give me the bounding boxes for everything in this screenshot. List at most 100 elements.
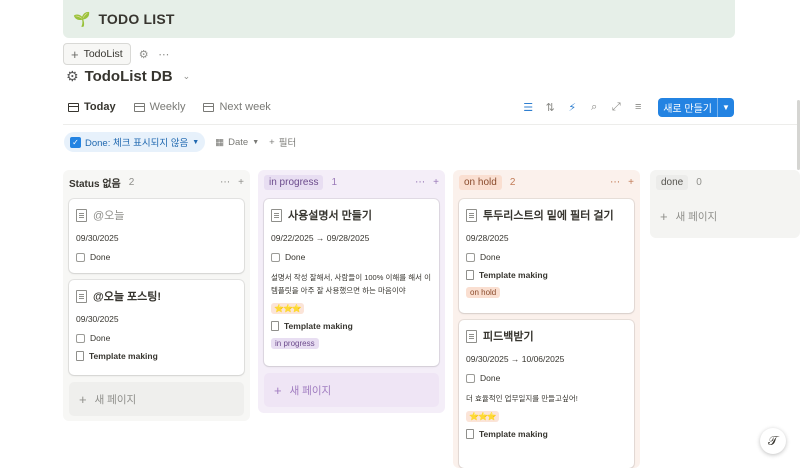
- date-filter[interactable]: ▦ Date ▼: [215, 137, 259, 148]
- database-tab[interactable]: + TodoList: [63, 43, 131, 65]
- column-title: Status 없음: [69, 178, 121, 190]
- new-page-button[interactable]: + 새 페이지: [69, 382, 244, 416]
- column-no-status: Status 없음 2 ⋯ + @오늘 09/30/2025 Done @오늘 …: [63, 170, 250, 421]
- add-filter-button[interactable]: + 필터: [269, 135, 297, 150]
- card[interactable]: @오늘 09/30/2025 Done: [69, 199, 244, 273]
- page-icon: [271, 208, 282, 222]
- tab-today[interactable]: Today: [68, 95, 116, 119]
- done-checkbox[interactable]: [271, 252, 280, 262]
- status-badge: in progress: [271, 338, 319, 349]
- divider: [63, 124, 800, 125]
- automation-icon[interactable]: ⚡: [566, 101, 578, 114]
- new-button[interactable]: 새로 만들기 ▼: [658, 97, 734, 117]
- chevron-down-icon[interactable]: ⌄: [183, 71, 191, 82]
- done-filter-label: Done: 체크 표시되지 않음: [85, 138, 189, 149]
- chevron-down-icon: ▼: [252, 138, 260, 146]
- filter-icon[interactable]: ☰: [522, 101, 534, 114]
- page-icon: [76, 351, 84, 361]
- done-checkbox[interactable]: [76, 333, 85, 343]
- card[interactable]: 투두리스트의 밑에 필터 걸기 09/28/2025 Done Template…: [459, 199, 634, 313]
- card-title: @오늘: [93, 210, 125, 222]
- rating-stars: ⭐⭐⭐: [271, 303, 304, 314]
- tab-next-week-label: Next week: [219, 101, 271, 113]
- column-count: 0: [696, 176, 702, 188]
- table-icon: [203, 102, 215, 112]
- chevron-down-icon: ▼: [192, 138, 200, 146]
- done-label: Done: [480, 252, 501, 262]
- card-title: @오늘 포스팅!: [93, 291, 162, 303]
- status-badge: on hold: [466, 287, 501, 298]
- tab-next-week[interactable]: Next week: [203, 95, 271, 119]
- column-title: on hold: [459, 174, 502, 190]
- more-icon[interactable]: ⋯: [415, 177, 425, 188]
- new-page-label: 새 페이지: [675, 210, 718, 223]
- plus-icon: +: [660, 208, 668, 224]
- page-icon: [271, 321, 279, 331]
- table-icon: [133, 102, 145, 112]
- sprout-icon: 🌱: [73, 10, 91, 27]
- card[interactable]: 피드백받기 09/30/2025 → 10/06/2025 Done 더 효율적…: [459, 320, 634, 468]
- database-tab-row: + TodoList ⚙ ⋯: [63, 43, 171, 65]
- column-header: Status 없음 2 ⋯ +: [63, 170, 250, 194]
- more-icon[interactable]: ⋯: [157, 48, 171, 61]
- table-icon: [68, 102, 79, 112]
- checkbox-icon: ✓: [70, 136, 81, 148]
- filter-bar: ✓ Done: 체크 표시되지 않음 ▼ ▦ Date ▼ + 필터: [64, 132, 296, 152]
- done-label: Done: [285, 252, 306, 262]
- database-name: TodoList DB: [84, 68, 173, 85]
- card[interactable]: @오늘 포스팅! 09/30/2025 Done Template making: [69, 280, 244, 375]
- template-link[interactable]: Template making: [479, 429, 548, 439]
- done-checkbox[interactable]: [466, 252, 475, 262]
- page-icon: [466, 429, 474, 439]
- database-title[interactable]: ⚙ TodoList DB ⌄: [66, 68, 190, 85]
- help-button[interactable]: 𝒯: [760, 428, 786, 454]
- expand-icon[interactable]: ⤢: [610, 101, 622, 114]
- more-icon[interactable]: ⋯: [220, 177, 230, 188]
- date-filter-label: Date: [228, 136, 249, 148]
- column-title: done: [656, 174, 689, 190]
- settings-icon[interactable]: ⚙: [137, 48, 151, 61]
- done-checkbox[interactable]: [466, 373, 475, 383]
- plus-icon: +: [79, 391, 87, 407]
- page-icon: [76, 208, 87, 222]
- column-title: in progress: [264, 174, 324, 190]
- database-tab-label: TodoList: [83, 48, 123, 60]
- plus-icon[interactable]: +: [628, 177, 634, 188]
- column-in-progress: in progress 1 ⋯ + 사용설명서 만들기 09/22/2025 →…: [258, 170, 445, 413]
- rating-stars: ⭐⭐⭐: [466, 411, 499, 422]
- sort-icon[interactable]: ⇅: [544, 101, 556, 114]
- done-filter-chip[interactable]: ✓ Done: 체크 표시되지 않음 ▼: [64, 132, 206, 152]
- tab-weekly[interactable]: Weekly: [133, 95, 185, 119]
- column-done: done 0 + 새 페이지: [650, 170, 800, 238]
- tab-today-label: Today: [84, 101, 116, 113]
- done-checkbox[interactable]: [76, 252, 85, 262]
- done-label: Done: [480, 373, 501, 383]
- new-button-label[interactable]: 새로 만들기: [658, 97, 718, 117]
- plus-icon[interactable]: +: [238, 177, 244, 188]
- settings-sliders-icon[interactable]: ≡: [632, 101, 644, 113]
- search-icon[interactable]: ⌕: [588, 101, 600, 114]
- plus-icon: +: [71, 46, 79, 62]
- plus-icon[interactable]: +: [433, 177, 439, 188]
- template-link[interactable]: Template making: [284, 321, 353, 331]
- column-count: 1: [331, 176, 338, 188]
- page-icon: [466, 270, 474, 280]
- done-label: Done: [90, 252, 111, 262]
- view-toolbar: ☰ ⇅ ⚡ ⌕ ⤢ ≡ 새로 만들기 ▼: [522, 95, 734, 119]
- column-header: done 0: [650, 170, 800, 194]
- template-link[interactable]: Template making: [479, 270, 548, 280]
- new-page-button[interactable]: + 새 페이지: [264, 373, 439, 407]
- column-header: in progress 1 ⋯ +: [258, 170, 445, 194]
- card-title: 사용설명서 만들기: [288, 210, 373, 222]
- card-date: 09/30/2025: [76, 314, 119, 324]
- chevron-down-icon[interactable]: ▼: [718, 98, 734, 117]
- more-icon[interactable]: ⋯: [610, 177, 620, 188]
- card-title: 투두리스트의 밑에 필터 걸기: [483, 210, 614, 222]
- done-label: Done: [90, 333, 111, 343]
- template-link[interactable]: Template making: [89, 351, 158, 361]
- new-page-button[interactable]: + 새 페이지: [650, 199, 800, 233]
- card[interactable]: 사용설명서 만들기 09/22/2025 → 09/28/2025 Done 설…: [264, 199, 439, 366]
- page-icon: [466, 208, 477, 222]
- new-page-label: 새 페이지: [94, 393, 137, 406]
- add-filter-label: 필터: [278, 138, 297, 149]
